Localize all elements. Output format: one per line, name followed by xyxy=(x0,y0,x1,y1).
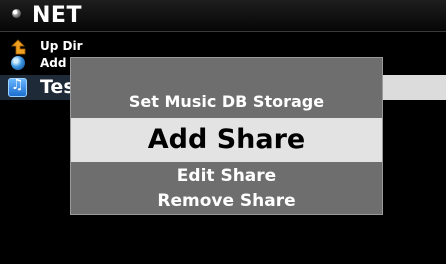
context-menu: Set Music DB Storage Add Share Edit Shar… xyxy=(70,57,383,215)
list-item-label: Up Dir xyxy=(40,39,83,53)
menu-item-set-music-db-storage[interactable]: Set Music DB Storage xyxy=(71,92,382,111)
globe-icon xyxy=(11,56,25,70)
title-bar: NET xyxy=(0,0,446,32)
menu-item-edit-share[interactable]: Edit Share xyxy=(71,166,382,186)
menu-item-add-share[interactable]: Add Share xyxy=(71,118,382,162)
page-title: NET xyxy=(32,3,82,28)
list-item-up-dir[interactable]: Up Dir xyxy=(0,38,446,56)
up-arrow-icon xyxy=(11,39,26,55)
menu-item-remove-share[interactable]: Remove Share xyxy=(71,191,382,211)
music-folder-icon xyxy=(8,77,27,97)
list-item-label: Add xyxy=(40,56,67,70)
disc-icon xyxy=(12,9,21,18)
